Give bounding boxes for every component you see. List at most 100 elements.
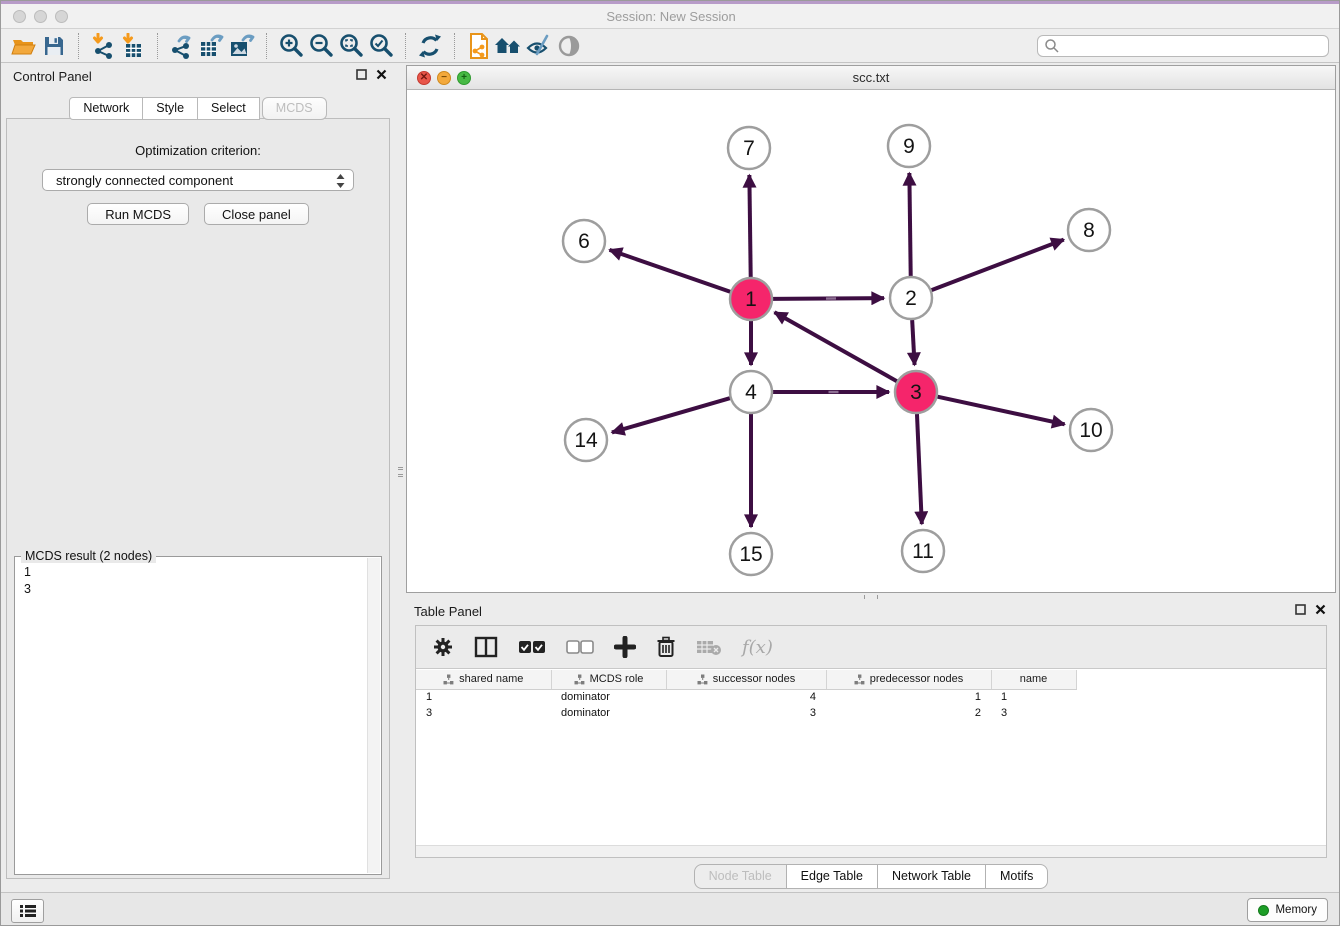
column-header-predecessor-nodes[interactable]: predecessor nodes — [826, 670, 991, 689]
search-field[interactable] — [1037, 35, 1329, 57]
table-cell[interactable]: 3 — [666, 705, 826, 721]
memory-button[interactable]: Memory — [1247, 898, 1328, 922]
node-4[interactable]: 4 — [730, 371, 772, 413]
delete-table-button[interactable] — [696, 633, 722, 661]
import-network-button[interactable] — [88, 32, 118, 60]
export-image-button[interactable] — [227, 32, 257, 60]
function-builder-button[interactable]: f(x) — [742, 633, 773, 661]
refresh-view-button[interactable] — [415, 32, 445, 60]
mcds-result-list[interactable]: 13 — [15, 557, 367, 874]
edge-2-9[interactable] — [909, 173, 910, 276]
tab-select[interactable]: Select — [197, 97, 260, 120]
node-8[interactable]: 8 — [1068, 209, 1110, 251]
zoom-out-button[interactable] — [306, 32, 336, 60]
node-label: 4 — [745, 381, 757, 404]
node-10[interactable]: 10 — [1070, 409, 1112, 451]
edge-2-3[interactable] — [912, 320, 914, 365]
column-header-MCDS-role[interactable]: MCDS role — [551, 670, 666, 689]
control-panel-header: Control Panel — [1, 63, 395, 89]
show-hide-graphics-button[interactable] — [524, 32, 554, 60]
network-graph[interactable]: 7 9 6 8 1 2 4 3 14 10 15 11 — [407, 90, 1335, 592]
save-session-button[interactable] — [39, 32, 69, 60]
delete-column-button[interactable] — [656, 633, 676, 661]
edge-2-8[interactable] — [932, 240, 1064, 291]
edge-3-10[interactable] — [937, 397, 1064, 425]
tab-mcds[interactable]: MCDS — [262, 97, 327, 120]
table-row[interactable]: 3dominator323 — [416, 705, 1076, 721]
import-table-button[interactable] — [118, 32, 148, 60]
tab-style[interactable]: Style — [142, 97, 198, 120]
memory-label: Memory — [1275, 904, 1317, 916]
create-column-button[interactable] — [614, 633, 636, 661]
export-network-button[interactable] — [167, 32, 197, 60]
node-label: 8 — [1083, 219, 1095, 242]
optimization-criterion-label: Optimization criterion: — [7, 143, 389, 158]
node-2[interactable]: 2 — [890, 277, 932, 319]
zoom-in-button[interactable] — [276, 32, 306, 60]
node-7[interactable]: 7 — [728, 127, 770, 169]
tab-network-table[interactable]: Network Table — [877, 864, 986, 889]
select-all-columns-button[interactable] — [518, 633, 546, 661]
table-cell[interactable]: 3 — [991, 705, 1076, 721]
column-type-icon — [574, 674, 585, 685]
float-panel-icon[interactable] — [356, 69, 367, 80]
refresh-icon — [417, 33, 443, 59]
close-panel-icon[interactable] — [376, 69, 387, 80]
table-cell[interactable]: 3 — [416, 705, 551, 721]
column-header-successor-nodes[interactable]: successor nodes — [666, 670, 826, 689]
control-panel-title: Control Panel — [13, 69, 92, 84]
tab-edge-table[interactable]: Edge Table — [786, 864, 878, 889]
zoom-selected-button[interactable] — [366, 32, 396, 60]
node-6[interactable]: 6 — [563, 220, 605, 262]
table-cell[interactable]: 1 — [991, 689, 1076, 705]
run-mcds-button[interactable]: Run MCDS — [87, 203, 189, 225]
tab-network[interactable]: Network — [69, 97, 143, 120]
first-neighbors-button[interactable] — [494, 32, 524, 60]
deselect-all-columns-button[interactable] — [566, 633, 594, 661]
table-cell[interactable]: dominator — [551, 689, 666, 705]
zoom-fit-button[interactable] — [336, 32, 366, 60]
horizontal-splitter[interactable] — [406, 593, 1336, 601]
network-canvas[interactable]: 7 9 6 8 1 2 4 3 14 10 15 11 — [407, 90, 1335, 592]
export-table-button[interactable] — [197, 32, 227, 60]
edge-3-1[interactable] — [775, 312, 897, 381]
table-row[interactable]: 1dominator411 — [416, 689, 1076, 705]
table-cell[interactable]: 1 — [826, 689, 991, 705]
clone-network-button[interactable] — [464, 32, 494, 60]
table-cell[interactable]: dominator — [551, 705, 666, 721]
toggle-details-button[interactable] — [554, 32, 584, 60]
vertical-splitter[interactable] — [395, 63, 406, 881]
column-header-shared-name[interactable]: shared name — [416, 670, 551, 689]
task-history-button[interactable] — [11, 899, 44, 923]
table-cell[interactable]: 1 — [416, 689, 551, 705]
task-list-icon — [19, 904, 37, 918]
table-cell[interactable]: 4 — [666, 689, 826, 705]
open-file-button[interactable] — [9, 32, 39, 60]
result-scrollbar[interactable] — [367, 558, 380, 873]
node-3[interactable]: 3 — [895, 371, 937, 413]
node-15[interactable]: 15 — [730, 533, 772, 575]
table-settings-button[interactable] — [432, 633, 454, 661]
edge-1-7[interactable] — [749, 175, 750, 277]
column-header-name[interactable]: name — [991, 670, 1076, 689]
node-table[interactable]: shared name MCDS role successor nodes prede… — [416, 670, 1326, 845]
edge-3-11[interactable] — [917, 414, 922, 524]
table-horizontal-scrollbar[interactable] — [416, 845, 1326, 857]
table-cell[interactable]: 2 — [826, 705, 991, 721]
tab-node-table[interactable]: Node Table — [694, 864, 787, 889]
close-panel-icon[interactable] — [1315, 604, 1326, 615]
float-panel-icon[interactable] — [1295, 604, 1306, 615]
edge-1-6[interactable] — [610, 250, 731, 292]
search-input[interactable] — [1060, 38, 1328, 54]
split-table-view-button[interactable] — [474, 633, 498, 661]
optimization-criterion-dropdown[interactable]: strongly connected component — [42, 169, 354, 191]
close-panel-button[interactable]: Close panel — [204, 203, 309, 225]
node-9[interactable]: 9 — [888, 125, 930, 167]
node-1[interactable]: 1 — [730, 278, 772, 320]
edge-4-14[interactable] — [612, 398, 730, 432]
node-11[interactable]: 11 — [902, 530, 944, 572]
column-header-label: successor nodes — [713, 673, 796, 685]
tab-motifs[interactable]: Motifs — [985, 864, 1048, 889]
column-header-label: MCDS role — [590, 673, 644, 685]
node-14[interactable]: 14 — [565, 419, 607, 461]
